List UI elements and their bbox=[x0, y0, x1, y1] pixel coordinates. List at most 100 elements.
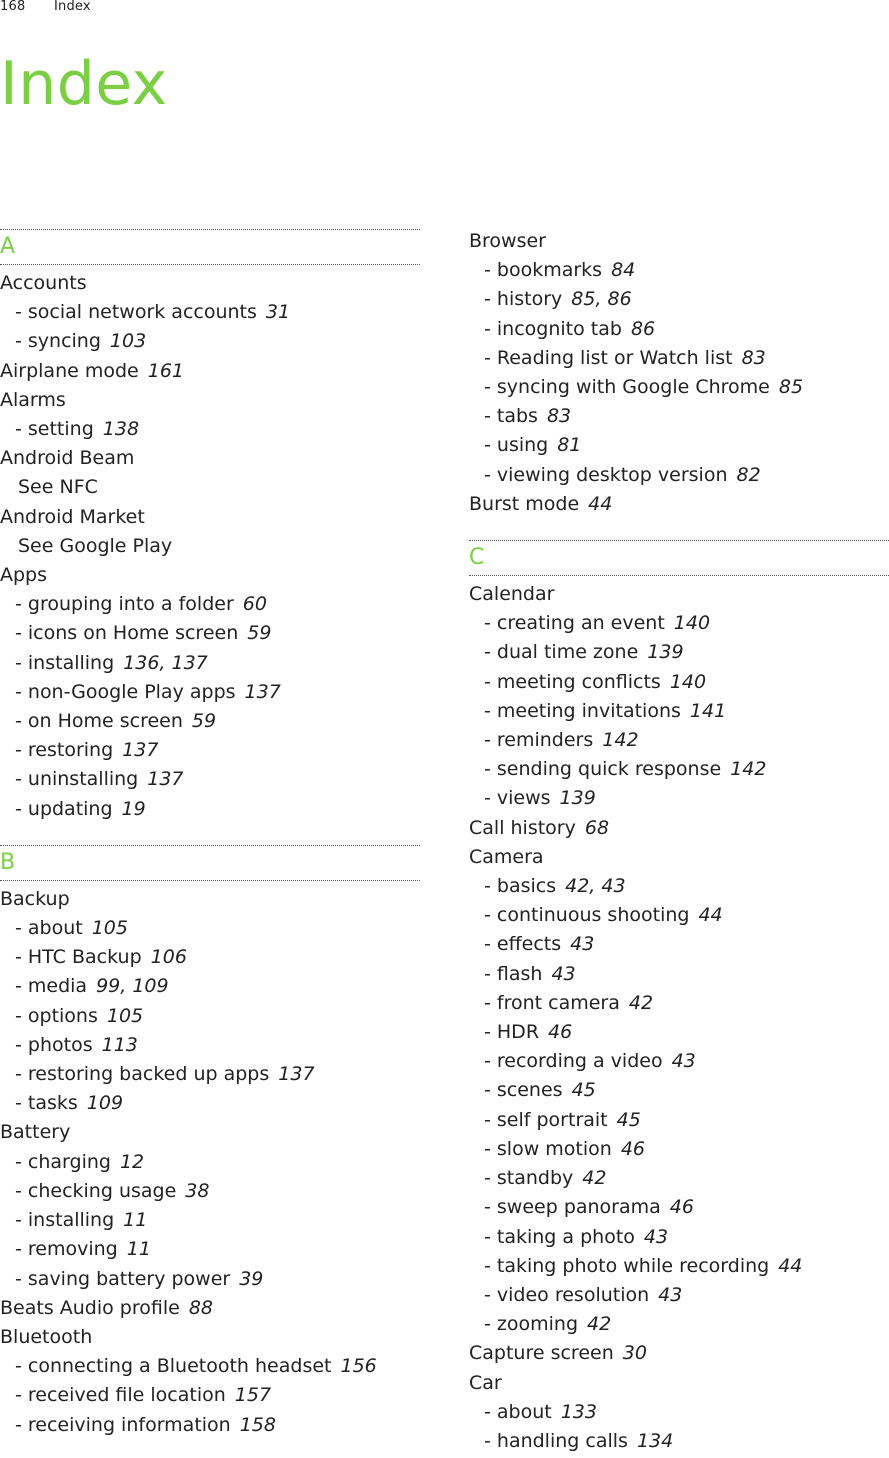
page-reference-link[interactable]: 12 bbox=[120, 1151, 144, 1173]
letter-heading-text: B bbox=[0, 849, 16, 875]
page-reference-link[interactable]: 68 bbox=[585, 817, 609, 839]
index-subentry: - meeting conflicts 140 bbox=[469, 668, 889, 697]
index-entry: Backup bbox=[0, 885, 420, 914]
page-reference-link[interactable]: 45 bbox=[572, 1079, 596, 1101]
page-reference-link[interactable]: 45 bbox=[617, 1109, 641, 1131]
page-reference-link[interactable]: 105 bbox=[107, 1005, 143, 1027]
entry-term: - using bbox=[484, 434, 549, 457]
page-reference-link[interactable]: 43 bbox=[658, 1284, 682, 1306]
page-reference-link[interactable]: 44 bbox=[588, 493, 612, 515]
entry-term: - meeting conflicts bbox=[484, 670, 661, 693]
page-reference-link[interactable]: 136, 137 bbox=[123, 652, 208, 674]
page-reference-link[interactable]: 43 bbox=[570, 933, 594, 955]
entry-term: Battery bbox=[0, 1121, 71, 1144]
entry-term: - options bbox=[15, 1004, 98, 1027]
entry-term: - installing bbox=[15, 651, 115, 674]
page-reference-link[interactable]: 38 bbox=[185, 1180, 209, 1202]
index-entry: Browser bbox=[469, 227, 889, 256]
page-reference-link[interactable]: 31 bbox=[266, 301, 290, 323]
page-reference-link[interactable]: 141 bbox=[690, 700, 726, 722]
page-reference-link[interactable]: 142 bbox=[730, 758, 766, 780]
index-subentry: - zooming 42 bbox=[469, 1310, 889, 1339]
index-entry: Airplane mode 161 bbox=[0, 357, 420, 386]
page-reference-link[interactable]: 105 bbox=[92, 917, 128, 939]
page-reference-link[interactable]: 139 bbox=[647, 641, 683, 663]
page-reference-link[interactable]: 106 bbox=[151, 946, 187, 968]
entry-term: - icons on Home screen bbox=[15, 622, 239, 645]
page-reference-link[interactable]: 11 bbox=[123, 1209, 147, 1231]
page-reference-link[interactable]: 113 bbox=[102, 1034, 138, 1056]
index-subentry: - options 105 bbox=[0, 1002, 420, 1031]
index-subentry: - effects 43 bbox=[469, 930, 889, 959]
index-column-left: A Accounts - social network accounts 31 - sy… bbox=[0, 226, 420, 1440]
index-subentry: - grouping into a folder 60 bbox=[0, 590, 420, 619]
page-reference-link[interactable]: 85 bbox=[779, 376, 803, 398]
index-subentry: - tabs 83 bbox=[469, 402, 889, 431]
page-reference-link[interactable]: 46 bbox=[548, 1021, 572, 1043]
page-reference-link[interactable]: 140 bbox=[670, 671, 706, 693]
page-reference-link[interactable]: 133 bbox=[561, 1401, 597, 1423]
page-reference-link[interactable]: 44 bbox=[698, 904, 722, 926]
page-reference-link[interactable]: 103 bbox=[110, 330, 146, 352]
page-reference-link[interactable]: 83 bbox=[742, 347, 766, 369]
page-reference-link[interactable]: 43 bbox=[672, 1050, 696, 1072]
page-reference-link[interactable]: 43 bbox=[644, 1226, 668, 1248]
page-reference-link[interactable]: 134 bbox=[637, 1430, 673, 1452]
page-reference-link[interactable]: 42 bbox=[587, 1313, 611, 1335]
index-subentry: - removing 11 bbox=[0, 1235, 420, 1264]
page-reference-link[interactable]: 137 bbox=[147, 768, 183, 790]
page-reference-link[interactable]: 157 bbox=[235, 1384, 271, 1406]
entry-term: - updating bbox=[15, 797, 113, 820]
entry-term: - dual time zone bbox=[484, 641, 639, 664]
page-reference-link[interactable]: 137 bbox=[278, 1063, 314, 1085]
page-reference-link[interactable]: 43 bbox=[551, 963, 575, 985]
page-reference-link[interactable]: 88 bbox=[189, 1297, 213, 1319]
page-reference-link[interactable]: 156 bbox=[341, 1355, 377, 1377]
page-reference-link[interactable]: 19 bbox=[122, 798, 146, 820]
page-reference-link[interactable]: 39 bbox=[239, 1268, 263, 1290]
entry-term: - restoring bbox=[15, 739, 114, 762]
index-subentry: - restoring 137 bbox=[0, 736, 420, 765]
entry-term: - tabs bbox=[484, 405, 538, 428]
page-reference-link[interactable]: 42 bbox=[582, 1167, 606, 1189]
page-reference-link[interactable]: 59 bbox=[192, 710, 216, 732]
page-reference-link[interactable]: 11 bbox=[127, 1238, 151, 1260]
letter-heading: C bbox=[469, 540, 889, 577]
page-reference-link[interactable]: 82 bbox=[736, 464, 760, 486]
entry-term: See Google Play bbox=[18, 534, 173, 557]
page-reference-link[interactable]: 137 bbox=[122, 739, 158, 761]
page-reference-link[interactable]: 60 bbox=[243, 593, 267, 615]
page-reference-link[interactable]: 161 bbox=[148, 360, 184, 382]
index-entry: Call history 68 bbox=[469, 814, 889, 843]
page-reference-link[interactable]: 42, 43 bbox=[565, 875, 625, 897]
page-reference-link[interactable]: 109 bbox=[87, 1092, 123, 1114]
page-reference-link[interactable]: 85, 86 bbox=[571, 288, 631, 310]
page-reference-link[interactable]: 83 bbox=[547, 405, 571, 427]
page-reference-link[interactable]: 158 bbox=[240, 1414, 276, 1436]
entry-term: Calendar bbox=[469, 583, 555, 606]
page-reference-link[interactable]: 30 bbox=[623, 1342, 647, 1364]
entry-term: - standby bbox=[484, 1167, 574, 1190]
index-subentry: - restoring backed up apps 137 bbox=[0, 1060, 420, 1089]
page-reference-link[interactable]: 59 bbox=[247, 622, 271, 644]
entry-term: - bookmarks bbox=[484, 259, 603, 282]
page-reference-link[interactable]: 44 bbox=[778, 1255, 802, 1277]
page-reference-link[interactable]: 84 bbox=[611, 259, 635, 281]
page-reference-link[interactable]: 81 bbox=[557, 434, 581, 456]
page-reference-link[interactable]: 42 bbox=[629, 992, 653, 1014]
page-reference-link[interactable]: 140 bbox=[674, 612, 710, 634]
entry-term: - history bbox=[484, 288, 563, 311]
page-reference-link[interactable]: 142 bbox=[602, 729, 638, 751]
page-reference-link[interactable]: 46 bbox=[621, 1138, 645, 1160]
page-reference-link[interactable]: 99, 109 bbox=[96, 975, 169, 997]
index-subentry: - self portrait 45 bbox=[469, 1106, 889, 1135]
entry-term: Bluetooth bbox=[0, 1325, 93, 1348]
page-reference-link[interactable]: 137 bbox=[245, 681, 281, 703]
page-reference-link[interactable]: 138 bbox=[103, 418, 139, 440]
index-entry: Android Beam bbox=[0, 444, 420, 473]
page-reference-link[interactable]: 139 bbox=[560, 787, 596, 809]
page-reference-link[interactable]: 86 bbox=[631, 318, 655, 340]
page-reference-link[interactable]: 46 bbox=[670, 1196, 694, 1218]
index-subentry: - HDR 46 bbox=[469, 1018, 889, 1047]
